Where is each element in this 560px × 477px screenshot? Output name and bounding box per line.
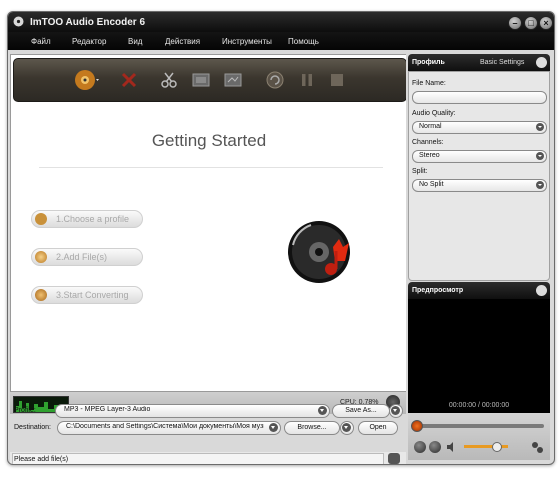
destination-select[interactable]: C:\Documents and Settings\Система\Мои до…	[57, 421, 281, 435]
getting-started-title: Getting Started	[151, 131, 267, 150]
stop-icon[interactable]	[328, 71, 346, 89]
log-icon[interactable]	[388, 453, 400, 464]
profile-icon	[35, 213, 47, 225]
play-icon[interactable]	[414, 441, 426, 453]
cut-icon[interactable]	[160, 71, 178, 89]
add-file-icon[interactable]	[74, 68, 100, 92]
convert-icon[interactable]	[266, 71, 284, 89]
next-arrow-icon[interactable]	[536, 285, 547, 296]
status-text: Please add file(s)	[14, 456, 69, 463]
profile-select[interactable]: MP3 - MPEG Layer-3 Audio	[55, 404, 330, 418]
volume-icon[interactable]	[446, 441, 458, 453]
chevron-down-icon	[391, 406, 400, 415]
split-value: No Split	[419, 181, 444, 188]
maximize-button[interactable]: □	[524, 16, 538, 30]
chevron-down-icon	[536, 152, 544, 160]
profile-panel-title: Профиль	[412, 59, 445, 66]
menu-view[interactable]: Вид	[128, 37, 142, 46]
audio-quality-value: Normal	[419, 123, 442, 130]
audio-quality-select[interactable]: Normal	[412, 121, 547, 134]
channels-label: Channels:	[412, 139, 444, 146]
open-button[interactable]: Open	[358, 421, 398, 435]
title-bar: ImTOO Audio Encoder 6 – □ ×	[8, 12, 554, 32]
convert-icon	[35, 289, 47, 301]
chevron-down-icon	[318, 406, 327, 415]
menu-edit[interactable]: Редактор	[72, 37, 106, 46]
menu-bar: Файл Редактор Вид Действия Инструменты П…	[8, 32, 554, 50]
preview-timecode: 00:00:00 / 00:00:00	[448, 402, 510, 409]
divider	[39, 167, 383, 168]
channels-select[interactable]: Stereo	[412, 150, 547, 163]
step-start-converting[interactable]: 3.Start Converting	[31, 286, 143, 304]
app-window: ImTOO Audio Encoder 6 – □ × Файл Редакто…	[7, 11, 555, 465]
menu-file[interactable]: Файл	[31, 37, 51, 46]
close-button[interactable]: ×	[539, 16, 553, 30]
chevron-down-icon	[536, 123, 544, 131]
preview-screen	[408, 299, 550, 413]
basic-settings-dropdown[interactable]: Basic Settings	[480, 59, 524, 66]
profile-label: Profile:	[14, 407, 36, 414]
chevron-down-icon	[536, 181, 544, 189]
app-logo-icon	[13, 16, 24, 27]
chevron-down-icon	[342, 423, 351, 432]
browse-button[interactable]: Browse...	[284, 421, 340, 435]
volume-handle[interactable]	[492, 442, 502, 452]
pause-icon[interactable]	[298, 71, 316, 89]
split-select[interactable]: No Split	[412, 179, 547, 192]
browse-dropdown[interactable]	[340, 421, 354, 435]
destination-label: Destination:	[14, 424, 51, 431]
delete-icon[interactable]	[120, 71, 138, 89]
snapshot-icon[interactable]	[530, 440, 544, 454]
split-label: Split:	[412, 168, 428, 175]
profile-settings: File Name: Audio Quality: Normal Channel…	[408, 71, 550, 281]
step-label: 2.Add File(s)	[56, 252, 108, 262]
minimize-button[interactable]: –	[508, 16, 522, 30]
preview-panel-header: Предпросмотр	[408, 282, 550, 299]
next-arrow-icon[interactable]	[536, 57, 547, 68]
channels-value: Stereo	[419, 152, 440, 159]
save-as-dropdown[interactable]	[389, 404, 403, 418]
step-label: 3.Start Converting	[56, 290, 129, 300]
main-panel: Getting Started 1.Choose a profile 2.Add…	[10, 54, 408, 414]
audio-disc-logo-icon	[288, 221, 350, 283]
clip-icon[interactable]	[192, 71, 210, 89]
step-add-files[interactable]: 2.Add File(s)	[31, 248, 143, 266]
preview-controls	[408, 413, 550, 460]
stop-icon[interactable]	[429, 441, 441, 453]
save-as-button[interactable]: Save As...	[332, 404, 390, 418]
file-name-input[interactable]	[412, 91, 547, 104]
step-choose-profile[interactable]: 1.Choose a profile	[31, 210, 143, 228]
profile-panel-header: Профиль Basic Settings	[408, 54, 550, 71]
chevron-down-icon	[269, 423, 278, 432]
profile-value: MP3 - MPEG Layer-3 Audio	[64, 406, 151, 413]
seek-handle[interactable]	[411, 420, 423, 432]
preview-panel-title: Предпросмотр	[412, 287, 464, 294]
menu-help[interactable]: Помощь	[288, 37, 319, 46]
merge-icon[interactable]	[224, 71, 242, 89]
seek-track[interactable]	[416, 424, 544, 428]
step-label: 1.Choose a profile	[56, 214, 130, 224]
menu-tools[interactable]: Инструменты	[222, 37, 272, 46]
toolbar	[13, 58, 407, 102]
add-file-icon	[35, 251, 47, 263]
destination-value: C:\Documents and Settings\Система\Мои до…	[66, 423, 264, 430]
window-title: ImTOO Audio Encoder 6	[30, 17, 146, 28]
audio-quality-label: Audio Quality:	[412, 110, 456, 117]
file-name-label: File Name:	[412, 80, 446, 87]
right-panel: Профиль Basic Settings File Name: Audio …	[406, 54, 552, 462]
menu-actions[interactable]: Действия	[165, 37, 200, 46]
